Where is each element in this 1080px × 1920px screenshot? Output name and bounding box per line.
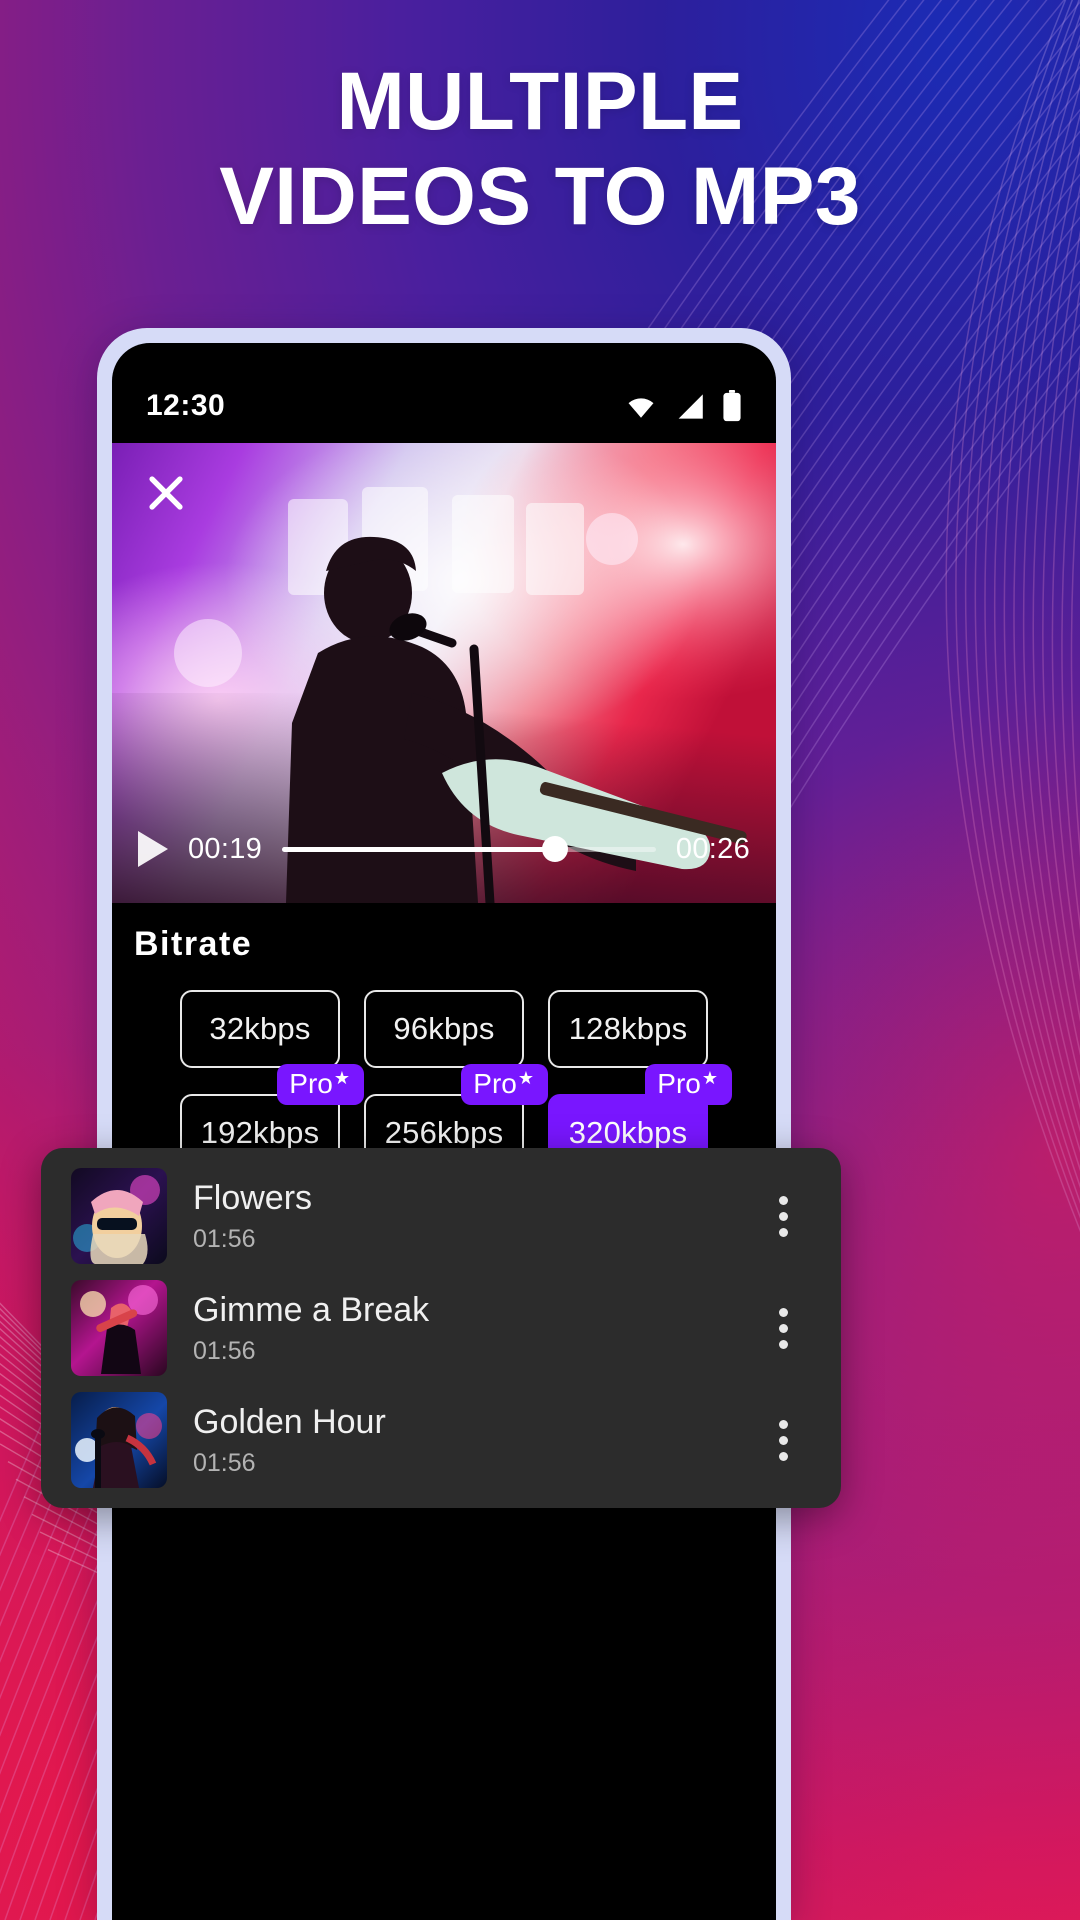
wifi-icon	[628, 397, 654, 418]
current-time-label: 00:19	[188, 832, 263, 865]
list-item[interactable]: Gimme a Break 01:56	[41, 1272, 841, 1384]
track-title: Gimme a Break	[193, 1290, 430, 1329]
headline-line-1: MULTIPLE	[336, 56, 744, 147]
track-meta: Gimme a Break 01:56	[193, 1290, 755, 1366]
close-icon	[149, 476, 183, 510]
bitrate-option-96kbps[interactable]: 96kbps	[364, 990, 524, 1068]
track-thumbnail	[71, 1168, 167, 1264]
play-icon[interactable]	[138, 831, 168, 867]
bitrate-title: Bitrate	[134, 925, 253, 963]
status-bar-icons	[624, 390, 742, 422]
total-time-label: 00:26	[675, 832, 750, 865]
status-bar-time: 12:30	[146, 389, 226, 422]
track-duration: 01:56	[193, 1337, 256, 1366]
track-meta: Flowers 01:56	[193, 1178, 755, 1254]
bitrate-cell: 96kbps	[364, 990, 524, 1068]
scrubber-fill	[282, 846, 555, 852]
track-thumbnail	[71, 1392, 167, 1488]
pro-badge[interactable]: Pro ★	[461, 1064, 548, 1106]
close-button[interactable]	[138, 465, 194, 521]
cellular-signal-icon	[678, 393, 703, 419]
playlist-card: Flowers 01:56 Gimme a Break 01:56 Golden Hou…	[41, 1148, 841, 1508]
track-thumbnail	[71, 1280, 167, 1376]
track-duration: 01:56	[193, 1225, 256, 1254]
star-icon: ★	[517, 1068, 534, 1088]
pro-badge[interactable]: Pro ★	[645, 1064, 732, 1106]
pro-badge[interactable]: Pro ★	[277, 1064, 364, 1106]
bitrate-section: Bitrate 32kbps 96kbps 128kbps 192kbps Pro ★ 2…	[112, 903, 776, 1172]
video-scrubber[interactable]	[282, 835, 656, 863]
phone-screen: 12:30 00:19 00:26 Bitrate 32kbps 96kbps …	[112, 343, 776, 1920]
more-vertical-icon[interactable]	[755, 1195, 811, 1237]
track-title: Flowers	[193, 1178, 313, 1217]
pro-badge-label: Pro	[657, 1068, 701, 1099]
star-icon: ★	[701, 1068, 718, 1088]
bitrate-cell: 128kbps	[548, 990, 708, 1068]
pro-badge-label: Pro	[473, 1068, 517, 1099]
battery-icon	[723, 390, 741, 422]
video-player[interactable]: 00:19 00:26	[112, 443, 776, 903]
star-icon: ★	[333, 1068, 350, 1088]
status-bar: 12:30	[112, 343, 776, 443]
scrubber-thumb[interactable]	[541, 836, 568, 862]
bitrate-option-128kbps[interactable]: 128kbps	[548, 990, 708, 1068]
bitrate-option-32kbps[interactable]: 32kbps	[180, 990, 340, 1068]
track-title: Golden Hour	[193, 1402, 386, 1441]
more-vertical-icon[interactable]	[755, 1419, 811, 1461]
bitrate-cell: 32kbps	[180, 990, 340, 1068]
track-meta: Golden Hour 01:56	[193, 1402, 755, 1478]
list-item[interactable]: Flowers 01:56	[41, 1160, 841, 1272]
bitrate-row-1: 32kbps 96kbps 128kbps	[112, 990, 776, 1068]
list-item[interactable]: Golden Hour 01:56	[41, 1384, 841, 1496]
more-vertical-icon[interactable]	[755, 1307, 811, 1349]
video-controls: 00:19 00:26	[112, 821, 776, 877]
headline-line-2: VIDEOS TO MP3	[219, 151, 861, 243]
page-title: MULTIPLE VIDEOS TO MP3	[0, 54, 1080, 244]
pro-badge-label: Pro	[289, 1068, 333, 1099]
track-duration: 01:56	[193, 1449, 256, 1478]
phone-mockup: 12:30 00:19 00:26 Bitrate 32kbps 96kbps …	[97, 328, 791, 1920]
